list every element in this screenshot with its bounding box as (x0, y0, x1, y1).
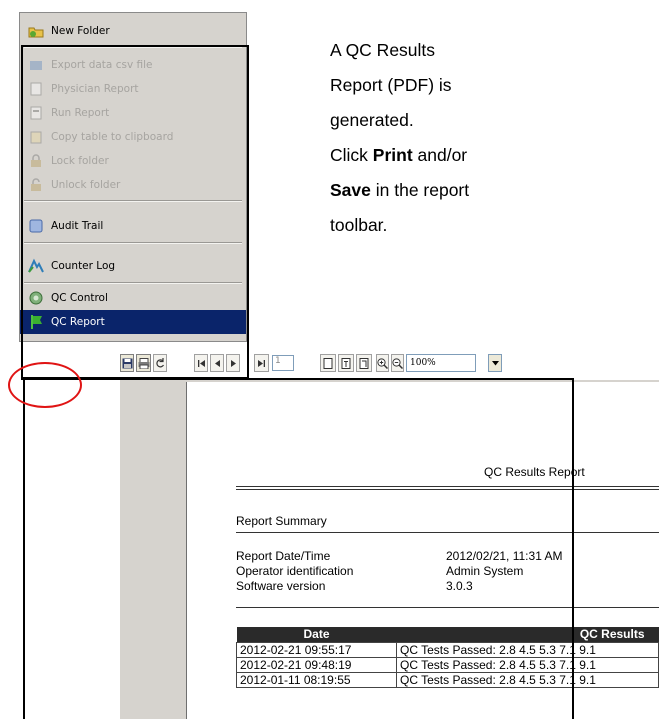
result-cell: QC Tests Passed: 2.8 4.5 5.3 7.1 9.1 (396, 641, 659, 658)
title-divider (236, 486, 659, 490)
new-folder-icon (28, 23, 44, 39)
continuous-page-button[interactable] (338, 354, 354, 372)
result-cell: QC Tests Passed: 2.8 4.5 5.3 7.1 9.1 (396, 671, 659, 688)
date-cell: 2012-02-21 09:48:19 (236, 656, 397, 673)
field-label: Operator identification (236, 564, 354, 578)
fit-page-button[interactable] (356, 354, 372, 372)
single-page-button[interactable] (320, 354, 336, 372)
table-header-row: Date QC Results (236, 627, 659, 642)
next-page-button[interactable] (226, 354, 240, 372)
table-row: 2012-02-21 09:48:19 QC Tests Passed: 2.8… (236, 656, 659, 673)
instruction-line: Save in the report (330, 180, 470, 200)
print-button[interactable] (136, 354, 151, 372)
save-keyword: Save (330, 180, 371, 200)
previous-page-button[interactable] (210, 354, 224, 372)
report-toolbar: 1 100% (120, 354, 530, 373)
date-cell: 2012-01-11 08:19:55 (236, 671, 397, 688)
summary-divider (236, 532, 659, 533)
instruction-text: A QC Results Report (PDF) is generated. … (330, 33, 570, 243)
annotation-circle (8, 362, 82, 408)
field-label: Software version (236, 579, 326, 593)
field-value: 2012/02/21, 11:31 AM (446, 549, 563, 563)
save-button[interactable] (120, 354, 134, 372)
single-page-icon (323, 357, 333, 369)
field-label: Report Date/Time (236, 549, 331, 563)
zoom-in-icon (377, 357, 388, 369)
instruction-line: generated. (330, 110, 414, 130)
qc-results-table: Date QC Results 2012-02-21 09:55:17 QC T… (236, 627, 659, 688)
last-page-icon (258, 359, 265, 367)
instruction-line: Click Print and/or (330, 145, 468, 165)
field-value: Admin System (446, 564, 524, 578)
zoom-level-select[interactable]: 100% (406, 354, 476, 372)
zoom-out-icon (392, 357, 403, 369)
next-page-icon (230, 359, 236, 367)
print-keyword: Print (372, 145, 413, 165)
highlight-border-right (572, 378, 574, 719)
refresh-button[interactable] (153, 354, 167, 372)
highlight-box (21, 45, 249, 379)
zoom-out-button[interactable] (391, 354, 404, 372)
column-header-date: Date (236, 627, 397, 642)
instruction-line: Report (PDF) is (330, 75, 452, 95)
previous-page-icon (214, 359, 220, 367)
report-title: QC Results Report (484, 465, 585, 479)
print-icon (138, 357, 149, 369)
fields-divider (236, 607, 659, 608)
fit-page-icon (359, 357, 369, 369)
save-icon (122, 358, 132, 368)
date-cell: 2012-02-21 09:55:17 (236, 641, 397, 658)
table-row: 2012-02-21 09:55:17 QC Tests Passed: 2.8… (236, 641, 659, 658)
first-page-icon (197, 359, 205, 367)
first-page-button[interactable] (194, 354, 208, 372)
zoom-dropdown-button[interactable] (488, 354, 502, 372)
instruction-line: toolbar. (330, 215, 388, 235)
page-number-input[interactable]: 1 (272, 355, 294, 371)
refresh-icon (156, 358, 165, 368)
highlight-border-left (23, 378, 25, 719)
continuous-page-icon (341, 357, 351, 369)
zoom-in-button[interactable] (376, 354, 389, 372)
instruction-line: A QC Results (330, 40, 436, 60)
summary-heading: Report Summary (236, 514, 327, 528)
menu-item-new-folder[interactable]: New Folder (20, 19, 246, 43)
last-page-button[interactable] (254, 354, 269, 372)
table-row: 2012-01-11 08:19:55 QC Tests Passed: 2.8… (236, 671, 659, 688)
menu-item-label: New Folder (51, 25, 110, 37)
result-cell: QC Tests Passed: 2.8 4.5 5.3 7.1 9.1 (396, 656, 659, 673)
field-value: 3.0.3 (446, 579, 473, 593)
highlight-border-top (21, 378, 574, 380)
column-header-qc-results: QC Results (396, 627, 659, 642)
chevron-down-icon (491, 360, 499, 365)
